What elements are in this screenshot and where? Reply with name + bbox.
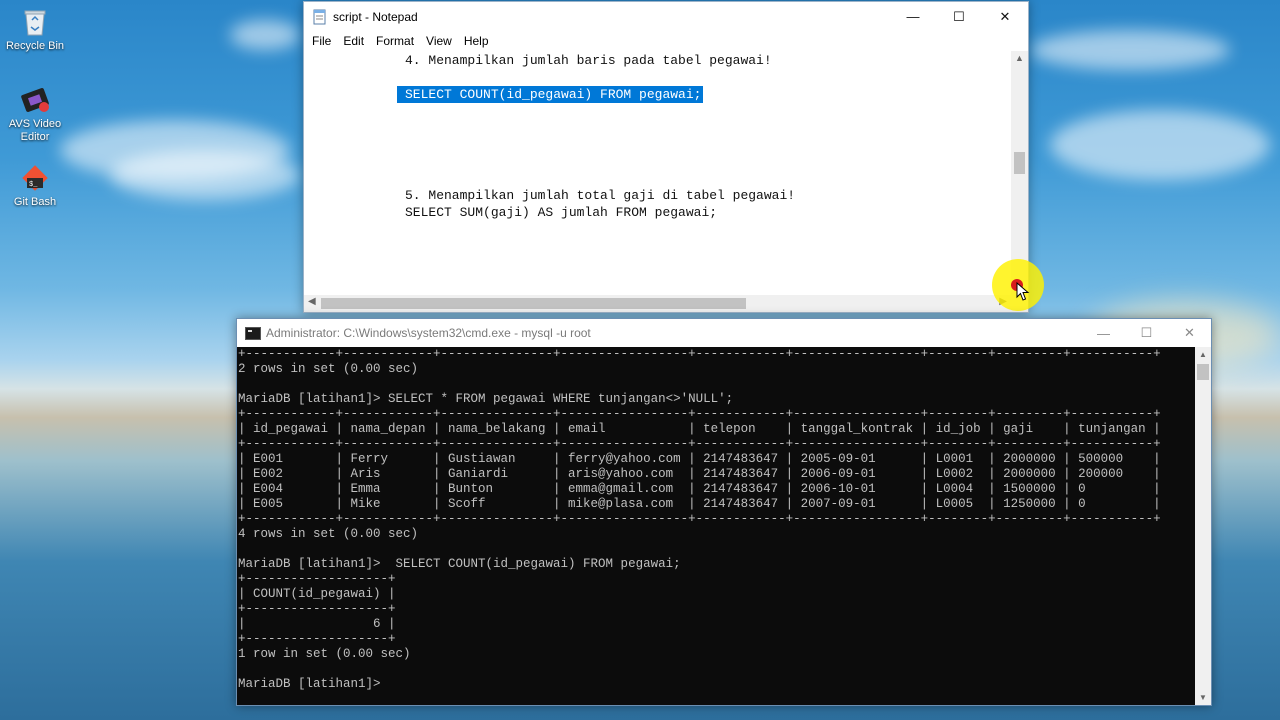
desktop-icon-recycle-bin[interactable]: Recycle Bin <box>4 6 66 53</box>
console-line: MariaDB [latihan1]> SELECT COUNT(id_pega… <box>238 557 681 571</box>
console-line: | COUNT(id_pegawai) | <box>238 587 396 601</box>
notepad-title: script - Notepad <box>333 9 418 24</box>
console-output[interactable]: +------------+------------+-------------… <box>237 347 1195 705</box>
recycle-bin-icon <box>19 6 51 38</box>
console-line: | E005 | Mike | Scoff | mike@plasa.com |… <box>238 497 1161 511</box>
console-icon <box>245 326 261 340</box>
notepad-window: script - Notepad — ☐ ✕ File Edit Format … <box>303 1 1029 313</box>
vertical-scrollbar[interactable]: ▲ ▼ <box>1195 347 1211 705</box>
console-line: +------------+------------+-------------… <box>238 512 1161 526</box>
notepad-titlebar[interactable]: script - Notepad — ☐ ✕ <box>304 2 1028 31</box>
desktop-icon-label: Recycle Bin <box>5 40 65 52</box>
console-line: 2 rows in set (0.00 sec) <box>238 362 419 376</box>
console-line: | E002 | Aris | Ganiardi | aris@yahoo.co… <box>238 467 1161 481</box>
scrollbar-thumb[interactable] <box>321 298 746 309</box>
scroll-left-icon[interactable]: ◀ <box>308 296 316 307</box>
menu-view[interactable]: View <box>420 34 458 48</box>
mouse-pointer-icon <box>1016 282 1030 301</box>
minimize-button[interactable]: — <box>890 2 936 31</box>
console-line: | 6 | <box>238 617 396 631</box>
console-line: | E001 | Ferry | Gustiawan | ferry@yahoo… <box>238 452 1161 466</box>
console-line: 4 rows in set (0.00 sec) <box>238 527 419 541</box>
selected-text: SELECT COUNT(id_pegawai) FROM pegawai; <box>397 86 704 103</box>
menu-edit[interactable]: Edit <box>337 34 370 48</box>
text-line: 4. Menampilkan jumlah baris pada tabel p… <box>405 53 772 68</box>
console-line: +------------+------------+-------------… <box>238 437 1161 451</box>
maximize-button[interactable]: ☐ <box>936 2 982 31</box>
cmd-title: Administrator: C:\Windows\system32\cmd.e… <box>266 326 591 340</box>
menu-help[interactable]: Help <box>458 34 495 48</box>
desktop-icon-avs-video-editor[interactable]: AVS Video Editor <box>4 84 66 144</box>
scrollbar-thumb[interactable] <box>1197 364 1209 380</box>
scroll-up-icon[interactable]: ▲ <box>1011 53 1028 63</box>
cmd-window: Administrator: C:\Windows\system32\cmd.e… <box>236 318 1212 706</box>
maximize-button[interactable]: ☐ <box>1125 319 1168 348</box>
close-button[interactable]: ✕ <box>1168 319 1211 348</box>
scroll-down-icon[interactable]: ▼ <box>1195 693 1211 702</box>
console-line: +------------+------------+-------------… <box>238 407 1161 421</box>
menu-file[interactable]: File <box>306 34 337 48</box>
notepad-menubar: File Edit Format View Help <box>304 31 1028 50</box>
console-line: MariaDB [latihan1]> SELECT * FROM pegawa… <box>238 392 734 406</box>
console-line: +-------------------+ <box>238 572 396 586</box>
close-button[interactable]: ✕ <box>982 2 1028 31</box>
notepad-icon <box>312 9 328 25</box>
console-line: 1 row in set (0.00 sec) <box>238 647 411 661</box>
horizontal-scrollbar[interactable]: ◀ ▶ <box>304 295 1011 312</box>
desktop-icon-git-bash[interactable]: $_ Git Bash <box>4 162 66 209</box>
console-line: +-------------------+ <box>238 632 396 646</box>
notepad-text-area[interactable]: 4. Menampilkan jumlah baris pada tabel p… <box>304 51 1012 295</box>
console-line: | E004 | Emma | Bunton | emma@gmail.com … <box>238 482 1161 496</box>
console-line: +------------+------------+-------------… <box>238 347 1161 361</box>
text-line: 5. Menampilkan jumlah total gaji di tabe… <box>405 188 796 203</box>
desktop-icon-label: AVS Video Editor <box>8 118 62 143</box>
text-line: SELECT SUM(gaji) AS jumlah FROM pegawai; <box>405 205 718 220</box>
desktop-icon-label: Git Bash <box>13 196 57 208</box>
minimize-button[interactable]: — <box>1082 319 1125 348</box>
git-icon: $_ <box>19 162 51 194</box>
console-line: +-------------------+ <box>238 602 396 616</box>
scroll-up-icon[interactable]: ▲ <box>1195 350 1211 359</box>
menu-format[interactable]: Format <box>370 34 420 48</box>
svg-text:$_: $_ <box>29 181 38 189</box>
console-line: | id_pegawai | nama_depan | nama_belakan… <box>238 422 1161 436</box>
console-line: MariaDB [latihan1]> <box>238 677 381 691</box>
scrollbar-thumb[interactable] <box>1014 152 1025 174</box>
film-strip-icon <box>19 84 51 116</box>
cmd-titlebar[interactable]: Administrator: C:\Windows\system32\cmd.e… <box>237 319 1211 347</box>
